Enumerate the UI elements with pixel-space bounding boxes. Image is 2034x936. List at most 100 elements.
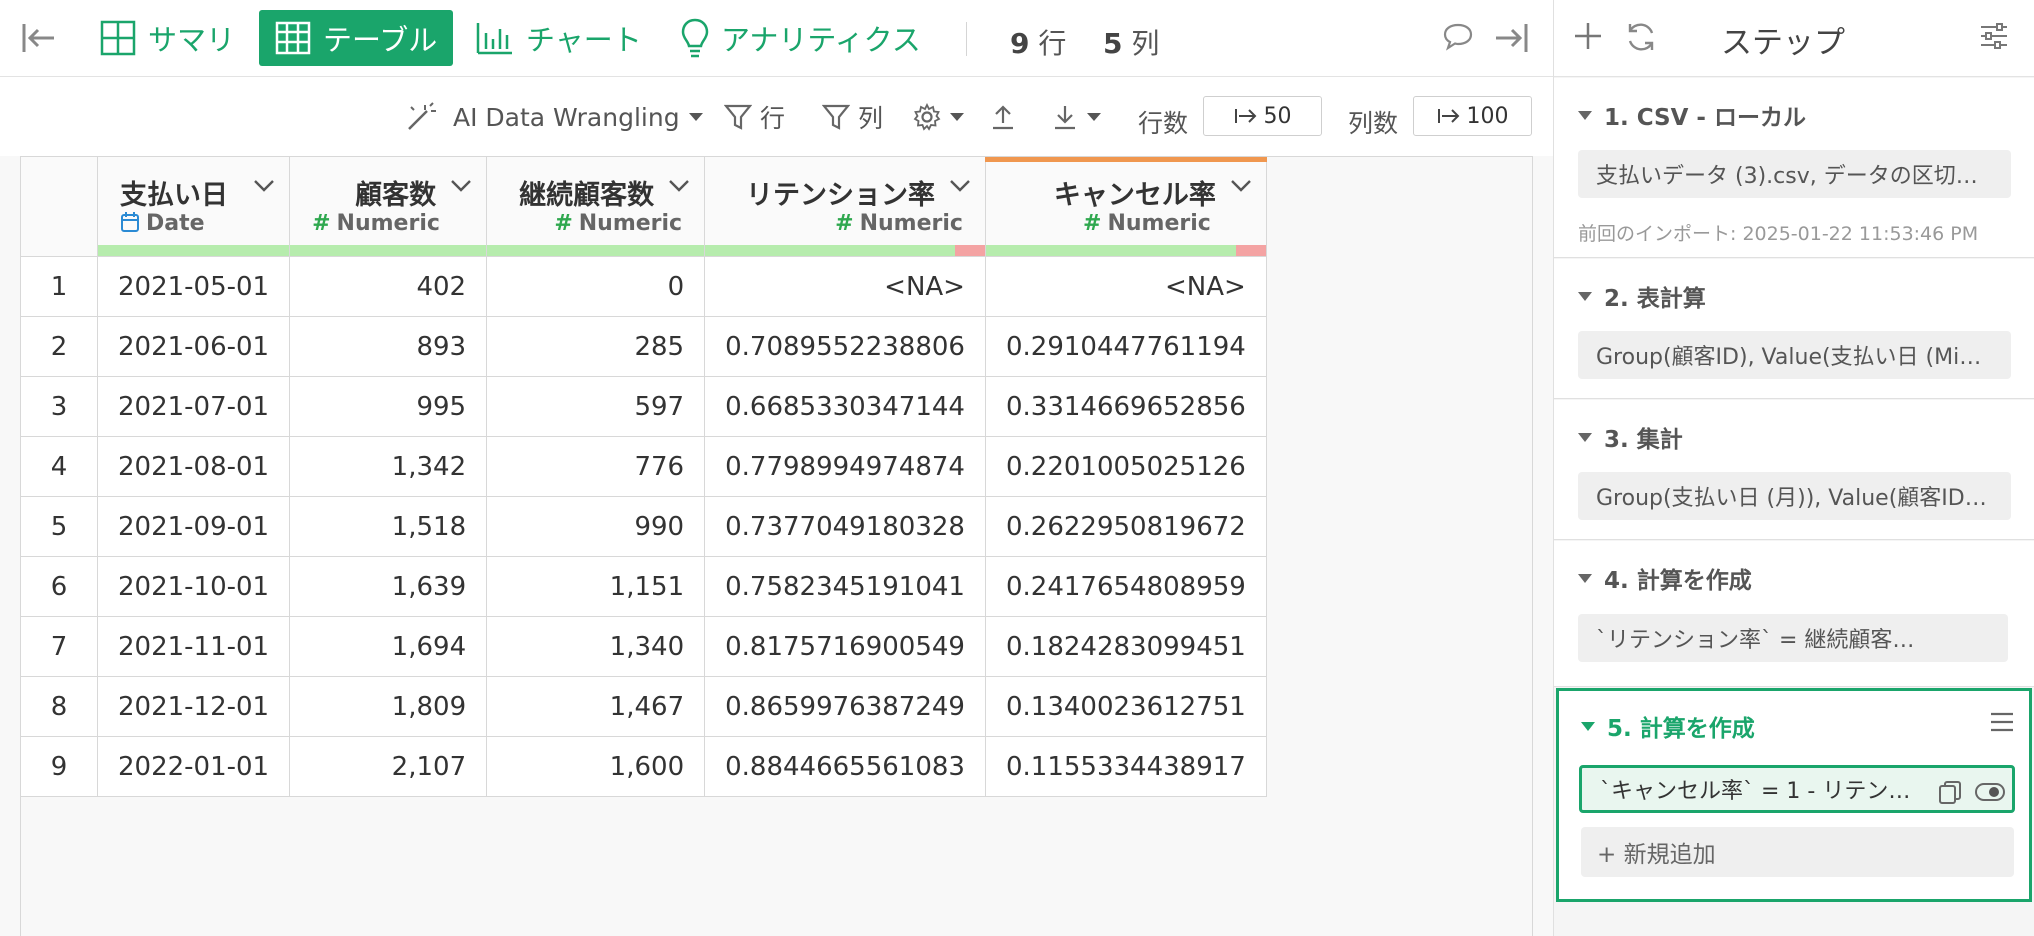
tab-chart[interactable]: チャート (460, 10, 658, 66)
copy-icon[interactable] (1937, 779, 1963, 805)
column-header-payment-date[interactable]: 支払い日 Date (96, 157, 291, 257)
step-header[interactable]: 1. CSV - ローカル (1578, 98, 1806, 132)
table-row[interactable]: 9 2022-01-01 2,107 1,600 0.8844665561083… (21, 736, 1267, 797)
settings-dropdown[interactable] (913, 98, 973, 136)
filter-columns-button[interactable]: 列 (822, 98, 883, 136)
cell-date[interactable]: 2022-01-01 (96, 736, 291, 797)
cell-cancel[interactable]: 0.1824283099451 (984, 616, 1267, 677)
cell-date[interactable]: 2021-10-01 (96, 556, 291, 617)
cell-date[interactable]: 2021-12-01 (96, 676, 291, 737)
step-header[interactable]: 3. 集計 (1578, 420, 1683, 454)
cell-retention[interactable]: 0.7582345191041 (704, 556, 986, 617)
column-header-customers[interactable]: 顧客数 # Numeric (289, 157, 488, 257)
cell-retained[interactable]: 1,600 (486, 736, 706, 797)
collapse-left-icon[interactable] (18, 18, 58, 58)
cell-cancel[interactable]: 0.2622950819672 (984, 496, 1267, 557)
download-dropdown[interactable] (1052, 98, 1110, 136)
cell-date[interactable]: 2021-09-01 (96, 496, 291, 557)
table-row[interactable]: 4 2021-08-01 1,342 776 0.7798994974874 0… (21, 436, 1267, 497)
chevron-down-icon[interactable] (668, 179, 690, 193)
cell-retention[interactable]: 0.7089552238806 (704, 316, 986, 377)
cell-customers[interactable]: 402 (289, 256, 488, 317)
cell-cancel[interactable]: 0.2201005025126 (984, 436, 1267, 497)
refresh-icon[interactable] (1624, 20, 1658, 54)
chevron-down-icon[interactable] (949, 179, 971, 193)
step-header[interactable]: 5. 計算を作成 (1581, 709, 1755, 743)
cell-retention[interactable]: 0.8659976387249 (704, 676, 986, 737)
step-header[interactable]: 4. 計算を作成 (1578, 561, 1752, 595)
step-2[interactable]: 2. 表計算 Group(顧客ID), Value(支払い日 (Min… (1554, 259, 2034, 399)
collapse-right-icon[interactable] (1492, 18, 1532, 58)
cell-retention[interactable]: <NA> (704, 256, 986, 317)
table-row[interactable]: 6 2021-10-01 1,639 1,151 0.7582345191041… (21, 556, 1267, 617)
cell-retained[interactable]: 1,340 (486, 616, 706, 677)
cell-retained[interactable]: 285 (486, 316, 706, 377)
cell-retention[interactable]: 0.8844665561083 (704, 736, 986, 797)
cell-cancel[interactable]: 0.1155334438917 (984, 736, 1267, 797)
cell-retention[interactable]: 0.8175716900549 (704, 616, 986, 677)
cell-cancel[interactable]: <NA> (984, 256, 1267, 317)
table-row[interactable]: 2 2021-06-01 893 285 0.7089552238806 0.2… (21, 316, 1267, 377)
chevron-down-icon[interactable] (253, 179, 275, 193)
comment-icon[interactable] (1442, 20, 1474, 52)
cell-customers[interactable]: 1,639 (289, 556, 488, 617)
cell-customers[interactable]: 893 (289, 316, 488, 377)
chevron-down-icon[interactable] (450, 179, 472, 193)
cell-retention[interactable]: 0.7377049180328 (704, 496, 986, 557)
rows-limit-input[interactable]: 50 (1203, 96, 1322, 136)
cell-customers[interactable]: 995 (289, 376, 488, 437)
cell-cancel[interactable]: 0.2417654808959 (984, 556, 1267, 617)
cell-date[interactable]: 2021-07-01 (96, 376, 291, 437)
cell-customers[interactable]: 1,518 (289, 496, 488, 557)
cell-retained[interactable]: 1,151 (486, 556, 706, 617)
cell-date[interactable]: 2021-08-01 (96, 436, 291, 497)
cell-customers[interactable]: 1,809 (289, 676, 488, 737)
cell-retained[interactable]: 0 (486, 256, 706, 317)
toggle-visibility-icon[interactable] (1975, 781, 2005, 803)
add-new-button[interactable]: + 新規追加 (1581, 827, 2014, 877)
step-summary[interactable]: `リテンション率` = 継続顧客… (1578, 614, 2008, 662)
column-header-cancel-rate[interactable]: キャンセル率 # Numeric (984, 157, 1267, 257)
step-3[interactable]: 3. 集計 Group(支払い日 (月)), Value(顧客ID,… (1554, 400, 2034, 540)
table-row[interactable]: 1 2021-05-01 402 0 <NA> <NA> (21, 256, 1267, 317)
columns-limit-input[interactable]: 100 (1413, 96, 1532, 136)
chevron-down-icon[interactable] (1230, 179, 1252, 193)
cell-cancel[interactable]: 0.2910447761194 (984, 316, 1267, 377)
cell-retention[interactable]: 0.7798994974874 (704, 436, 986, 497)
step-5-selected[interactable]: 5. 計算を作成 `キャンセル率` = 1 - リテン… + 新規追加 (1556, 688, 2032, 902)
step-summary[interactable]: 支払いデータ (3).csv, データの区切… (1578, 150, 2011, 198)
cell-cancel[interactable]: 0.3314669652856 (984, 376, 1267, 437)
cell-retained[interactable]: 597 (486, 376, 706, 437)
tab-table[interactable]: テーブル (259, 10, 454, 66)
table-row[interactable]: 5 2021-09-01 1,518 990 0.7377049180328 0… (21, 496, 1267, 557)
cell-date[interactable]: 2021-05-01 (96, 256, 291, 317)
upload-button[interactable] (990, 98, 1024, 136)
column-header-retention-rate[interactable]: リテンション率 # Numeric (704, 157, 986, 257)
table-row[interactable]: 3 2021-07-01 995 597 0.6685330347144 0.3… (21, 376, 1267, 437)
tab-summary[interactable]: サマリ (84, 10, 251, 66)
sliders-icon[interactable] (1978, 20, 2010, 52)
plus-icon[interactable] (1572, 20, 1604, 52)
table-row[interactable]: 8 2021-12-01 1,809 1,467 0.8659976387249… (21, 676, 1267, 737)
cell-retained[interactable]: 1,467 (486, 676, 706, 737)
table-row[interactable]: 7 2021-11-01 1,694 1,340 0.8175716900549… (21, 616, 1267, 677)
cell-customers[interactable]: 1,694 (289, 616, 488, 677)
cell-retained[interactable]: 990 (486, 496, 706, 557)
cell-retained[interactable]: 776 (486, 436, 706, 497)
ai-data-wrangling-button[interactable]: AI Data Wrangling (405, 98, 712, 136)
step-header[interactable]: 2. 表計算 (1578, 279, 1706, 313)
column-header-retained-customers[interactable]: 継続顧客数 # Numeric (486, 157, 706, 257)
cell-customers[interactable]: 2,107 (289, 736, 488, 797)
filter-rows-button[interactable]: 行 (724, 98, 785, 136)
cell-date[interactable]: 2021-11-01 (96, 616, 291, 677)
cell-cancel[interactable]: 0.1340023612751 (984, 676, 1267, 737)
cell-date[interactable]: 2021-06-01 (96, 316, 291, 377)
step-4[interactable]: 4. 計算を作成 `リテンション率` = 継続顧客… (1554, 541, 2034, 687)
cell-retention[interactable]: 0.6685330347144 (704, 376, 986, 437)
step-summary[interactable]: Group(支払い日 (月)), Value(顧客ID,… (1578, 472, 2011, 520)
menu-icon[interactable] (1989, 711, 2015, 733)
cell-customers[interactable]: 1,342 (289, 436, 488, 497)
step-summary[interactable]: Group(顧客ID), Value(支払い日 (Min… (1578, 331, 2011, 379)
tab-analytics[interactable]: アナリティクス (665, 10, 937, 66)
step-1[interactable]: 1. CSV - ローカル 支払いデータ (3).csv, データの区切… 前回… (1554, 78, 2034, 258)
